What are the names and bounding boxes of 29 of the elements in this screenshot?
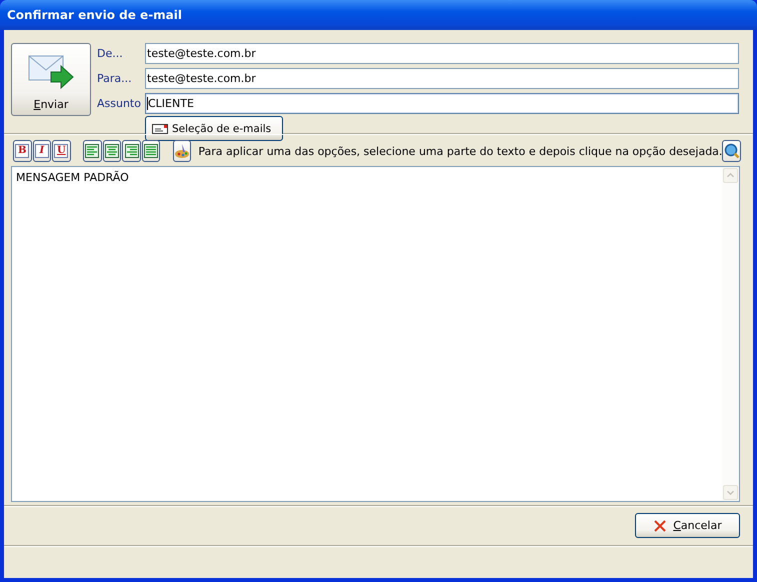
field-label: Assunto xyxy=(97,97,142,110)
message-text: MENSAGEM PADRÃO xyxy=(15,170,130,186)
message-editor[interactable]: MENSAGEM PADRÃO xyxy=(11,166,740,502)
palette-icon xyxy=(174,143,190,159)
cancel-button[interactable]: Cancelar xyxy=(635,513,740,538)
input-field[interactable]: teste@teste.com.br xyxy=(145,68,739,89)
close-icon xyxy=(653,518,668,532)
align-center-button[interactable] xyxy=(102,140,122,162)
send-button[interactable]: Enviar xyxy=(11,43,91,116)
align-left-icon xyxy=(85,144,100,158)
align-justify-button[interactable] xyxy=(142,140,160,162)
underline-button[interactable]: U xyxy=(52,140,71,162)
align-justify-icon xyxy=(144,144,158,158)
field-label: Para... xyxy=(97,72,133,85)
hint-text: Para aplicar uma das opções, selecione uma parte do texto e depois clique na opção desejada. xyxy=(198,144,722,158)
align-center-icon xyxy=(104,144,119,158)
field-label: De... xyxy=(97,47,124,60)
bold-button[interactable]: B xyxy=(13,140,32,162)
italic-button[interactable]: I xyxy=(32,140,52,162)
email-selection-button[interactable]: Seleção de e-mails xyxy=(145,116,283,141)
search-icon xyxy=(724,143,740,159)
input-field[interactable]: CLIENTE xyxy=(145,93,739,114)
input-field[interactable]: teste@teste.com.br xyxy=(145,43,739,64)
align-left-button[interactable] xyxy=(83,140,102,162)
window-title: Confirmar envio de e-mail xyxy=(0,0,757,30)
align-right-button[interactable] xyxy=(122,140,141,162)
search-button[interactable] xyxy=(722,140,741,162)
paint-button[interactable] xyxy=(172,140,192,162)
align-right-icon xyxy=(124,144,138,158)
